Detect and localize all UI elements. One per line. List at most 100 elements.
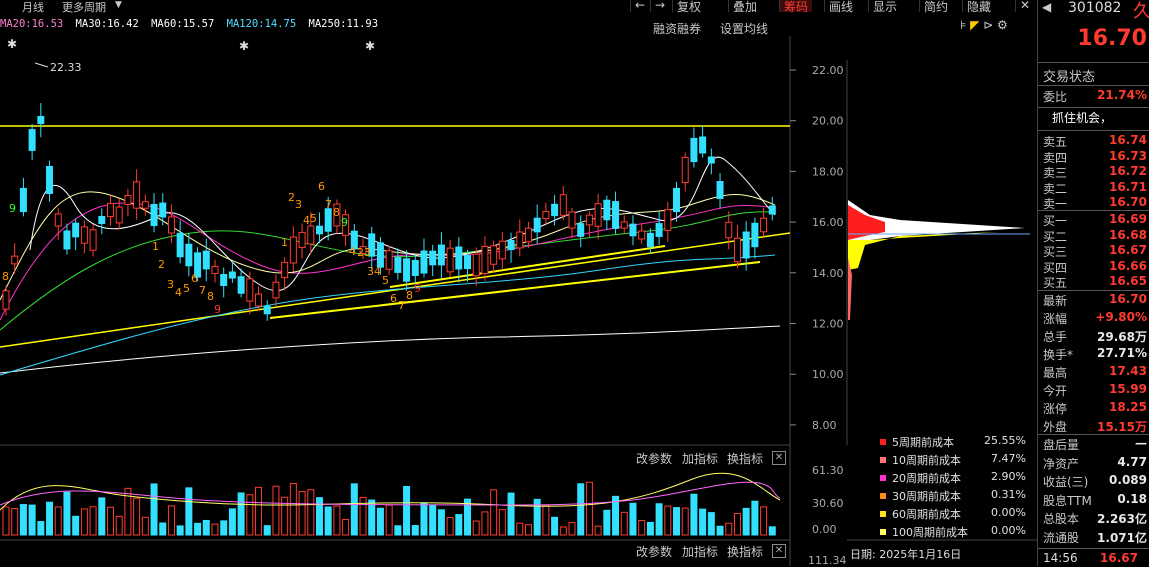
quote-label: 今开 [1043, 384, 1068, 398]
legend-swatch [880, 493, 886, 499]
fund-row[interactable]: 总股本 2.263亿 [1038, 510, 1149, 528]
svg-text:3: 3 [167, 278, 174, 291]
date-label: 日期: 2025年1月16日 [850, 548, 962, 561]
vol-ma10 [0, 481, 781, 506]
svg-text:2: 2 [158, 258, 165, 271]
fund-value: 2.263亿 [1097, 512, 1147, 526]
svg-text:8: 8 [406, 289, 413, 302]
current-price: 16.70 [1077, 26, 1147, 51]
ask-label: 卖三 [1043, 166, 1068, 180]
candles [2, 103, 776, 321]
svg-text:9: 9 [9, 202, 16, 215]
vol-switch-indicator[interactable]: 换指标 [727, 450, 763, 467]
quote-value: 16.70 [1109, 292, 1147, 306]
ma5-line [29, 156, 776, 292]
legend-row: 20周期前成本 2.90% [876, 470, 1026, 488]
legend-swatch [880, 529, 886, 535]
legend-row: 100周期前成本 0.00% [876, 524, 1026, 542]
svg-text:8: 8 [2, 270, 9, 283]
legend-pct: 7.47% [991, 452, 1026, 465]
svg-text:8: 8 [333, 206, 340, 219]
quote-row[interactable]: 涨幅 +9.80% [1038, 310, 1149, 328]
trend-line-lower[interactable] [0, 232, 791, 348]
fund-label: 股息TTM [1043, 493, 1092, 508]
vol-close-icon[interactable]: ✕ [772, 451, 786, 465]
svg-text:4: 4 [175, 286, 182, 299]
quote-row[interactable]: 今开 15.99 [1038, 382, 1149, 400]
legend-pct: 0.00% [991, 524, 1026, 537]
legend-row: 60周期前成本 0.00% [876, 506, 1026, 524]
legend-row: 5周期前成本 25.55% [876, 434, 1026, 452]
trend-line-middle[interactable] [269, 261, 761, 319]
quote-value: 15.15万 [1097, 420, 1147, 434]
svg-text:2: 2 [288, 191, 295, 204]
fund-row[interactable]: 流通股 1.071亿 [1038, 529, 1149, 547]
ask-label: 卖四 [1043, 150, 1068, 165]
fund-row[interactable]: 盘后量 — [1038, 436, 1149, 454]
sub2-add-indicator[interactable]: 加指标 [682, 543, 718, 560]
price-tick-label: 16.00 [812, 216, 844, 229]
vol-add-indicator[interactable]: 加指标 [682, 450, 718, 467]
quote-row[interactable]: 总手 29.68万 [1038, 328, 1149, 346]
stock-code: 301082 [1068, 0, 1122, 16]
svg-text:7: 7 [398, 299, 405, 312]
svg-text:9: 9 [214, 303, 221, 316]
legend-row: 30周期前成本 0.31% [876, 488, 1026, 506]
volume-bars [2, 481, 776, 536]
quote-row[interactable]: 涨停 18.25 [1038, 400, 1149, 418]
svg-text:5: 5 [382, 274, 389, 287]
quote-label: 最新 [1043, 294, 1068, 308]
sub2-switch-indicator[interactable]: 换指标 [727, 543, 763, 560]
legend-label: 10周期前成本 [892, 454, 961, 467]
news-ticker[interactable]: 抓住机会， [1052, 109, 1112, 126]
price-tick-label: 20.00 [812, 115, 844, 128]
quote-label: 外盘 [1043, 420, 1068, 434]
stock-name: 久 [1133, 1, 1149, 22]
ask-label: 卖五 [1043, 135, 1068, 149]
legend-row: 10周期前成本 7.47% [876, 452, 1026, 470]
weibi-label: 委比 [1043, 90, 1068, 104]
svg-text:6: 6 [390, 292, 397, 305]
bid-value: 16.65 [1109, 274, 1147, 288]
svg-text:1: 1 [152, 240, 159, 253]
bid-label: 买一 [1043, 214, 1068, 228]
legend-swatch [880, 439, 886, 445]
fund-label: 流通股 [1043, 530, 1080, 545]
fund-row[interactable]: 股息TTM 0.18 [1038, 492, 1149, 510]
quote-label: 总手 [1043, 330, 1068, 344]
price-tick-label: 8.00 [812, 419, 837, 432]
fund-row[interactable]: 净资产 4.77 [1038, 455, 1149, 473]
ask-value: 16.72 [1109, 164, 1147, 178]
ask-value: 16.71 [1109, 179, 1147, 194]
svg-text:5: 5 [310, 212, 317, 225]
bid-label: 买二 [1043, 229, 1068, 244]
svg-text:4: 4 [349, 245, 356, 258]
svg-text:1: 1 [281, 236, 288, 249]
quote-value: 27.71% [1097, 346, 1147, 360]
svg-text:4: 4 [303, 214, 310, 227]
vol-adjust-params[interactable]: 改参数 [636, 450, 672, 467]
volume-tick-label: 61.30 [812, 464, 844, 477]
quote-row[interactable]: 最高 17.43 [1038, 364, 1149, 382]
sub2-adjust-params[interactable]: 改参数 [636, 543, 672, 560]
tick-price: 16.67 [1100, 551, 1138, 565]
trade-status-label: 交易状态 [1043, 70, 1096, 85]
bid-label: 买三 [1043, 245, 1068, 259]
tick-time: 14:56 [1043, 551, 1078, 565]
sub2-close-icon[interactable]: ✕ [772, 544, 786, 558]
svg-text:✱: ✱ [7, 37, 17, 51]
legend-pct: 0.31% [991, 488, 1026, 501]
quote-row[interactable]: 最新 16.70 [1038, 292, 1149, 310]
legend-swatch [880, 457, 886, 463]
svg-text:3: 3 [295, 198, 302, 211]
svg-text:9: 9 [414, 282, 421, 295]
quote-row[interactable]: 换手* 27.71% [1038, 346, 1149, 364]
svg-text:5: 5 [183, 282, 190, 295]
ask-label: 卖二 [1043, 181, 1068, 196]
prev-stock-icon[interactable]: ◀ [1042, 0, 1051, 14]
sub2-axis-top: 111.34 [808, 554, 847, 567]
fund-label: 总股本 [1043, 512, 1080, 526]
fund-row[interactable]: 收益(三) 0.089 [1038, 473, 1149, 491]
ma250-line [0, 325, 781, 374]
fund-label: 净资产 [1043, 456, 1080, 471]
